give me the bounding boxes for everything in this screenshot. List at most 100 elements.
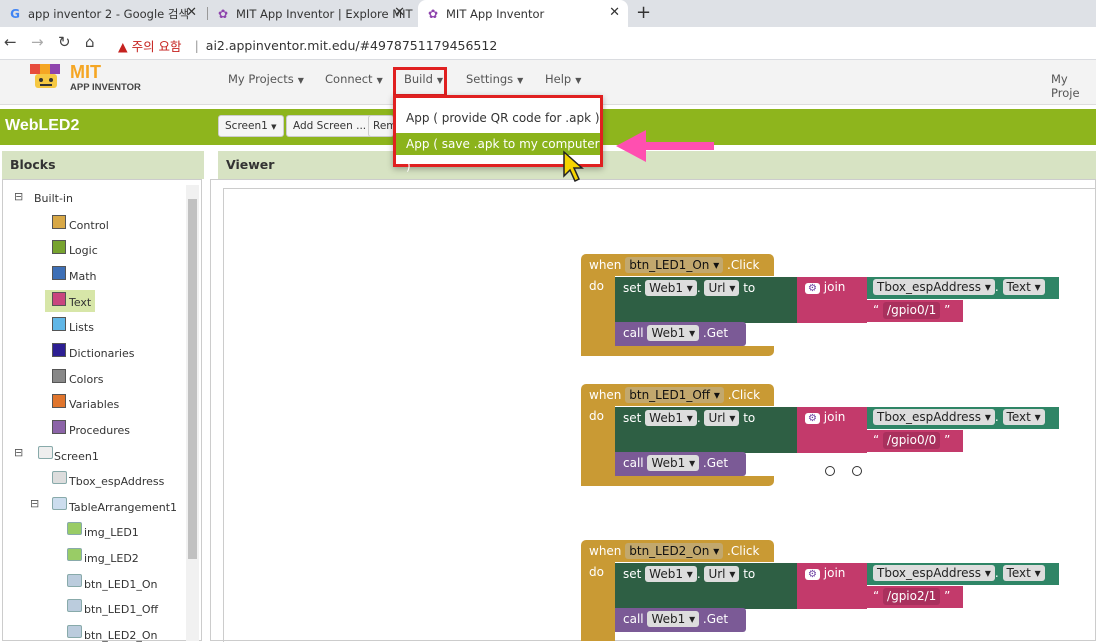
tree-item-logic[interactable]: Logic [69, 244, 98, 257]
text-string-block[interactable]: “ /gpio0/0 ” [867, 430, 963, 452]
text-string-block[interactable]: “ /gpio2/1 ” [867, 586, 963, 608]
component-dropdown[interactable]: btn_LED1_Off ▾ [625, 387, 724, 403]
component-dropdown[interactable]: btn_LED2_On ▾ [625, 543, 724, 559]
web-dropdown[interactable]: Web1 ▾ [647, 455, 700, 471]
property-dropdown[interactable]: Text ▾ [1002, 279, 1045, 295]
string-value[interactable]: /gpio0/1 [883, 302, 941, 319]
tree-component[interactable]: img_LED2 [84, 552, 139, 565]
property-dropdown[interactable]: Text ▾ [1002, 565, 1045, 581]
button-icon [67, 574, 82, 587]
security-warning[interactable]: ▲ 주의 요함 [118, 36, 182, 55]
call-block[interactable]: call Web1 ▾ .Get [615, 608, 746, 632]
url-text: ai2.appinventor.mit.edu/#497875117945651… [205, 38, 498, 53]
tree-item-variables[interactable]: Variables [69, 398, 119, 411]
tree-item-text[interactable]: Text [69, 296, 91, 309]
textbox-getter-block[interactable]: Tbox_espAddress ▾. Text ▾ [867, 563, 1059, 585]
tree-component[interactable]: btn_LED1_On [84, 578, 157, 591]
tab-title: MIT App Inventor | Explore MIT [236, 6, 413, 21]
join-block[interactable]: ⚙ join [797, 277, 867, 323]
text-string-block[interactable]: “ /gpio0/1 ” [867, 300, 963, 322]
call-block[interactable]: call Web1 ▾ .Get [615, 322, 746, 346]
tree-item-procedures[interactable]: Procedures [69, 424, 130, 437]
set-block[interactable]: set Web1 ▾. Url ▾ to [615, 277, 797, 323]
tree-component[interactable]: btn_LED1_Off [84, 603, 158, 616]
reload-icon[interactable]: ↻ [58, 33, 71, 51]
string-value[interactable]: /gpio2/1 [883, 588, 941, 605]
tree-item-colors[interactable]: Colors [69, 373, 103, 386]
property-name: Text [1006, 280, 1031, 294]
add-screen-button[interactable]: Add Screen ... [286, 115, 374, 137]
remove-screen-button[interactable]: Rem [368, 115, 394, 137]
set-block[interactable]: set Web1 ▾. Url ▾ to [615, 407, 797, 453]
textbox-dropdown[interactable]: Tbox_espAddress ▾ [873, 409, 995, 425]
caret-down-icon: ▼ [517, 76, 524, 85]
url-dropdown[interactable]: Url ▾ [704, 566, 740, 582]
string-value[interactable]: /gpio0/0 [883, 432, 941, 449]
menu-my-projects-right[interactable]: My Proje [1051, 72, 1096, 100]
property-name: Text [1006, 410, 1031, 424]
browser-tab-active[interactable]: ✿ MIT App Inventor ✕ [418, 0, 628, 27]
close-icon[interactable]: ✕ [186, 5, 197, 20]
address-bar: ← → ↻ ⌂ ▲ 주의 요함 | ai2.appinventor.mit.ed… [0, 27, 1096, 60]
project-title: WebLED2 [5, 117, 80, 134]
url-field[interactable]: ▲ 주의 요함 | ai2.appinventor.mit.edu/#49787… [118, 36, 497, 55]
browser-tab-explore[interactable]: ✿ MIT App Inventor | Explore MIT ✕ [208, 0, 413, 27]
url-dropdown[interactable]: Url ▾ [704, 280, 740, 296]
tree-component[interactable]: Tbox_espAddress [69, 475, 164, 488]
textbox-getter-block[interactable]: Tbox_espAddress ▾. Text ▾ [867, 277, 1059, 299]
tree-screen1[interactable]: Screen1 [54, 450, 99, 463]
back-icon[interactable]: ← [4, 33, 17, 51]
web-dropdown[interactable]: Web1 ▾ [647, 611, 700, 627]
colors-drawer-icon [52, 369, 66, 383]
tree-component[interactable]: btn_LED2_On [84, 629, 157, 642]
menu-help[interactable]: Help ▼ [545, 72, 581, 86]
scrollbar-thumb[interactable] [188, 199, 197, 559]
web-dropdown[interactable]: Web1 ▾ [645, 280, 697, 296]
browser-tab-google[interactable]: G app inventor 2 - Google 검색 ✕ [0, 0, 205, 27]
web-dropdown[interactable]: Web1 ▾ [645, 410, 697, 426]
tree-builtin[interactable]: Built-in [34, 192, 73, 205]
textbox-getter-block[interactable]: Tbox_espAddress ▾. Text ▾ [867, 407, 1059, 429]
event-footer [581, 476, 774, 486]
screen-dropdown[interactable]: Screen1 ▼ [218, 115, 284, 137]
tree-component[interactable]: TableArrangement1 [69, 501, 177, 514]
collapse-icon[interactable]: ⊟ [30, 497, 39, 510]
menu-settings[interactable]: Settings ▼ [466, 72, 523, 86]
build-qr-apk-item[interactable]: App ( provide QR code for .apk ) [396, 107, 600, 129]
to-keyword: to [743, 281, 756, 295]
close-icon[interactable]: ✕ [394, 5, 405, 20]
call-block[interactable]: call Web1 ▾ .Get [615, 452, 746, 476]
close-icon[interactable]: ✕ [609, 5, 620, 20]
tree-item-lists[interactable]: Lists [69, 321, 94, 334]
web-dropdown[interactable]: Web1 ▾ [647, 325, 700, 341]
app-inventor-logo[interactable]: MIT APP INVENTOR [26, 60, 146, 100]
set-block[interactable]: set Web1 ▾. Url ▾ to [615, 563, 797, 609]
join-block[interactable]: ⚙ join [797, 407, 867, 453]
web-dropdown[interactable]: Web1 ▾ [645, 566, 697, 582]
tree-item-control[interactable]: Control [69, 219, 109, 232]
home-icon[interactable]: ⌂ [85, 33, 95, 51]
join-block[interactable]: ⚙ join [797, 563, 867, 609]
screen-dropdown-label: Screen1 [225, 120, 268, 132]
tree-component[interactable]: img_LED1 [84, 526, 139, 539]
gear-icon[interactable]: ⚙ [805, 413, 820, 424]
tree-item-math[interactable]: Math [69, 270, 97, 283]
collapse-icon[interactable]: ⊟ [14, 446, 23, 459]
tree-item-dictionaries[interactable]: Dictionaries [69, 347, 134, 360]
tree-scrollbar[interactable] [186, 185, 199, 641]
forward-icon[interactable]: → [31, 33, 44, 51]
set-keyword: set [623, 281, 642, 295]
textbox-dropdown[interactable]: Tbox_espAddress ▾ [873, 279, 995, 295]
gear-icon[interactable]: ⚙ [805, 283, 820, 294]
textbox-dropdown[interactable]: Tbox_espAddress ▾ [873, 565, 995, 581]
menu-connect[interactable]: Connect ▼ [325, 72, 383, 86]
collapse-icon[interactable]: ⊟ [14, 190, 23, 203]
caret-down-icon: ▼ [271, 123, 277, 131]
new-tab-icon[interactable]: + [636, 2, 651, 23]
gear-icon[interactable]: ⚙ [805, 569, 820, 580]
property-dropdown[interactable]: Text ▾ [1002, 409, 1045, 425]
component-dropdown[interactable]: btn_LED1_On ▾ [625, 257, 724, 273]
url-dropdown[interactable]: Url ▾ [704, 410, 740, 426]
component-name: btn_LED2_On [629, 544, 710, 558]
menu-my-projects[interactable]: My Projects ▼ [228, 72, 304, 86]
